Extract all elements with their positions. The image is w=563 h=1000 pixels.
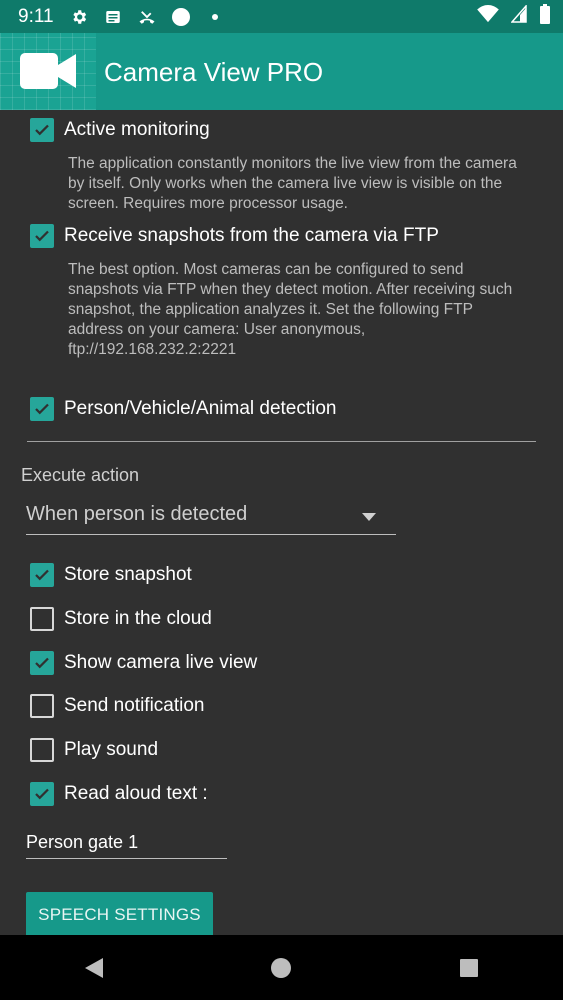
active-monitoring-label: Active monitoring bbox=[64, 119, 210, 140]
speech-settings-button[interactable]: SPEECH SETTINGS bbox=[26, 892, 213, 935]
check-icon bbox=[35, 403, 49, 415]
store-snapshot-checkbox[interactable] bbox=[30, 563, 54, 587]
play-sound-checkbox-row[interactable]: Play sound bbox=[30, 738, 158, 762]
check-icon bbox=[35, 657, 49, 669]
recents-button[interactable] bbox=[439, 938, 499, 998]
app-title: Camera View PRO bbox=[104, 57, 324, 87]
dropdown-arrow-icon bbox=[362, 513, 376, 521]
store-in-cloud-checkbox-row[interactable]: Store in the cloud bbox=[30, 607, 212, 631]
read-aloud-label: Read aloud text : bbox=[64, 783, 208, 804]
ftp-snapshots-label: Receive snapshots from the camera via FT… bbox=[64, 225, 439, 246]
read-aloud-checkbox-row[interactable]: Read aloud text : bbox=[30, 782, 208, 806]
video-camera-icon bbox=[20, 53, 76, 89]
store-in-cloud-label: Store in the cloud bbox=[64, 608, 212, 629]
active-monitoring-description: The application constantly monitors the … bbox=[68, 155, 517, 212]
action-trigger-value: When person is detected bbox=[26, 503, 248, 525]
check-icon bbox=[35, 569, 49, 581]
home-circle-icon bbox=[271, 957, 292, 978]
read-aloud-text-input[interactable] bbox=[26, 827, 227, 859]
ftp-snapshots-checkbox[interactable] bbox=[30, 224, 54, 248]
app-logo bbox=[0, 33, 96, 110]
store-snapshot-label: Store snapshot bbox=[64, 564, 192, 585]
show-live-view-checkbox-row[interactable]: Show camera live view bbox=[30, 651, 257, 675]
gear-icon bbox=[68, 6, 90, 28]
check-icon bbox=[35, 788, 49, 800]
check-icon bbox=[35, 124, 49, 136]
status-bar: 9:11 bbox=[0, 0, 563, 33]
ftp-snapshots-description: The best option. Most cameras can be con… bbox=[68, 261, 513, 358]
execute-action-label: Execute action bbox=[21, 465, 140, 485]
pva-detection-label: Person/Vehicle/Animal detection bbox=[64, 398, 337, 419]
recents-square-icon bbox=[460, 958, 479, 977]
ftp-snapshots-checkbox-row[interactable]: Receive snapshots from the camera via FT… bbox=[30, 224, 439, 248]
action-trigger-dropdown[interactable]: When person is detected bbox=[26, 501, 396, 535]
back-triangle-icon bbox=[84, 957, 103, 978]
store-in-cloud-checkbox[interactable] bbox=[30, 607, 54, 631]
dot-icon bbox=[204, 6, 226, 28]
show-live-view-label: Show camera live view bbox=[64, 652, 258, 673]
pva-detection-checkbox-row[interactable]: Person/Vehicle/Animal detection bbox=[30, 397, 337, 421]
read-aloud-checkbox[interactable] bbox=[30, 782, 54, 806]
send-notification-label: Send notification bbox=[64, 695, 205, 716]
circle-icon bbox=[170, 6, 192, 28]
check-icon bbox=[35, 230, 49, 242]
missed-call-icon bbox=[136, 6, 158, 28]
navigation-bar bbox=[0, 935, 563, 1000]
wifi-icon bbox=[477, 5, 499, 28]
app-bar: Camera View PRO bbox=[0, 33, 563, 110]
signal-icon bbox=[510, 4, 527, 28]
pva-detection-checkbox[interactable] bbox=[30, 397, 54, 421]
section-divider bbox=[27, 441, 536, 442]
settings-content[interactable]: Active monitoring The application consta… bbox=[0, 110, 563, 935]
back-button[interactable] bbox=[64, 938, 124, 998]
send-notification-checkbox[interactable] bbox=[30, 694, 54, 718]
battery-icon bbox=[539, 4, 551, 29]
active-monitoring-checkbox-row[interactable]: Active monitoring bbox=[30, 118, 210, 142]
play-sound-label: Play sound bbox=[64, 739, 159, 760]
store-snapshot-checkbox-row[interactable]: Store snapshot bbox=[30, 563, 192, 587]
status-time: 9:11 bbox=[18, 5, 54, 27]
show-live-view-checkbox[interactable] bbox=[30, 651, 54, 675]
play-sound-checkbox[interactable] bbox=[30, 738, 54, 762]
home-button[interactable] bbox=[251, 938, 311, 998]
news-icon bbox=[102, 6, 124, 28]
send-notification-checkbox-row[interactable]: Send notification bbox=[30, 694, 205, 718]
active-monitoring-checkbox[interactable] bbox=[30, 118, 54, 142]
